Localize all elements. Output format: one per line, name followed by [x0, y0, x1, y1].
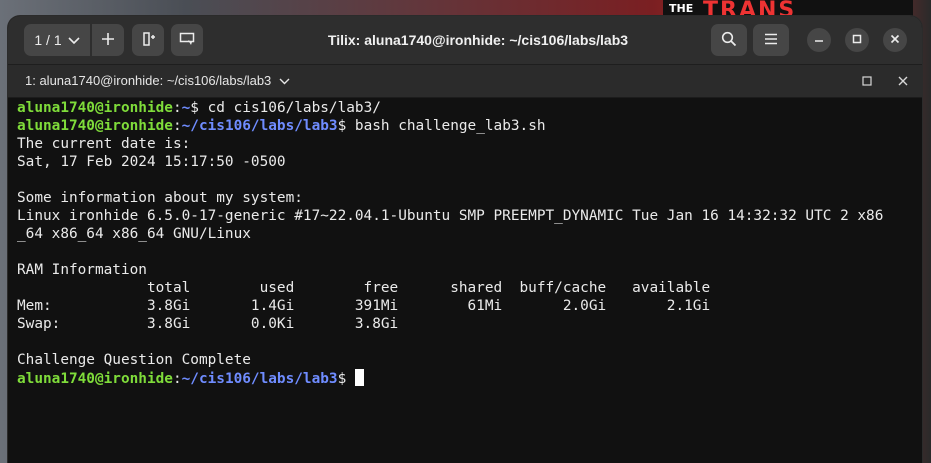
prompt-user: aluna1740@ironhide [17, 371, 173, 387]
terminal-output[interactable]: aluna1740@ironhide:~$ cd cis106/labs/lab… [8, 98, 922, 463]
output-line: Challenge Question Complete [17, 352, 251, 368]
prompt-path: ~/cis106/labs/lab3 [181, 371, 338, 387]
terminal-title-label: 1: aluna1740@ironhide: ~/cis106/labs/lab… [25, 73, 272, 88]
output-line: RAM Information [17, 262, 147, 278]
close-window-button[interactable] [883, 28, 907, 52]
chevron-down-icon [279, 78, 290, 85]
close-icon [897, 74, 909, 91]
output-line: Sat, 17 Feb 2024 15:17:50 -0500 [17, 154, 286, 170]
prompt-path: ~ [181, 100, 191, 116]
session-switcher-button[interactable]: 1 / 1 [24, 24, 90, 56]
hamburger-menu-button[interactable] [753, 24, 789, 56]
prompt-dollar: $ [337, 118, 347, 134]
terminal-line: aluna1740@ironhide:~/cis106/labs/lab3$ [17, 369, 922, 387]
prompt-user: aluna1740@ironhide [17, 118, 173, 134]
minimize-icon [814, 31, 824, 49]
terminal-maximize-button[interactable] [861, 74, 873, 92]
maximize-button[interactable] [845, 28, 869, 52]
terminal-window: 1 / 1 Tilix: aluna1740@ironhide: ~/cis10… [8, 16, 922, 463]
terminal-line: aluna1740@ironhide:~$ cd cis106/labs/lab… [17, 99, 922, 117]
prompt-dollar: $ [337, 371, 347, 387]
output-line: Linux ironhide 6.5.0-17-generic #17~22.0… [17, 208, 884, 224]
session-counter: 1 / 1 [34, 32, 62, 48]
search-icon [721, 31, 737, 50]
output-line: Mem: 3.8Gi 1.4Gi 391Mi 61Mi 2.0Gi 2.1Gi [17, 298, 711, 314]
output-line: The current date is: [17, 136, 191, 152]
chevron-down-icon [68, 32, 80, 48]
output-line: Some information about my system: [17, 190, 303, 206]
output-line: Swap: 3.8Gi 0.0Ki 3.8Gi [17, 316, 399, 332]
new-session-button[interactable] [132, 24, 164, 56]
terminal-line: aluna1740@ironhide:~/cis106/labs/lab3$ b… [17, 117, 922, 135]
search-button[interactable] [711, 24, 747, 56]
prompt-colon: : [172, 118, 182, 134]
window-title: Tilix: aluna1740@ironhide: ~/cis106/labs… [327, 32, 629, 48]
terminal-cursor [354, 369, 364, 386]
terminal-sync-icon [179, 31, 195, 50]
close-icon [890, 31, 900, 49]
hamburger-icon [764, 32, 778, 48]
terminal-close-button[interactable] [897, 74, 909, 92]
output-line: _64 x86_64 x86_64 GNU/Linux [17, 226, 251, 242]
wallpaper-logo-small: THE [669, 2, 694, 15]
output-line: total used free shared buff/cache availa… [17, 280, 711, 296]
prompt-dollar: $ [190, 100, 199, 116]
command-text: bash challenge_lab3.sh [346, 118, 546, 134]
terminal-title-menu[interactable]: 1: aluna1740@ironhide: ~/cis106/labs/lab… [25, 65, 290, 97]
plus-icon [101, 32, 115, 49]
minimize-button[interactable] [807, 28, 831, 52]
prompt-path: ~/cis106/labs/lab3 [181, 118, 338, 134]
header-bar: 1 / 1 Tilix: aluna1740@ironhide: ~/cis10… [8, 16, 922, 65]
add-terminal-button[interactable] [92, 24, 124, 56]
command-text [346, 371, 355, 387]
prompt-colon: : [172, 100, 182, 116]
terminal-tab-bar: 1: aluna1740@ironhide: ~/cis106/labs/lab… [8, 65, 922, 98]
maximize-icon [852, 31, 862, 49]
prompt-colon: : [172, 371, 182, 387]
prompt-user: aluna1740@ironhide [17, 100, 173, 116]
add-session-icon [140, 31, 156, 50]
maximize-icon [861, 74, 873, 91]
sync-input-button[interactable] [171, 24, 203, 56]
command-text: cd cis106/labs/lab3/ [198, 100, 381, 116]
